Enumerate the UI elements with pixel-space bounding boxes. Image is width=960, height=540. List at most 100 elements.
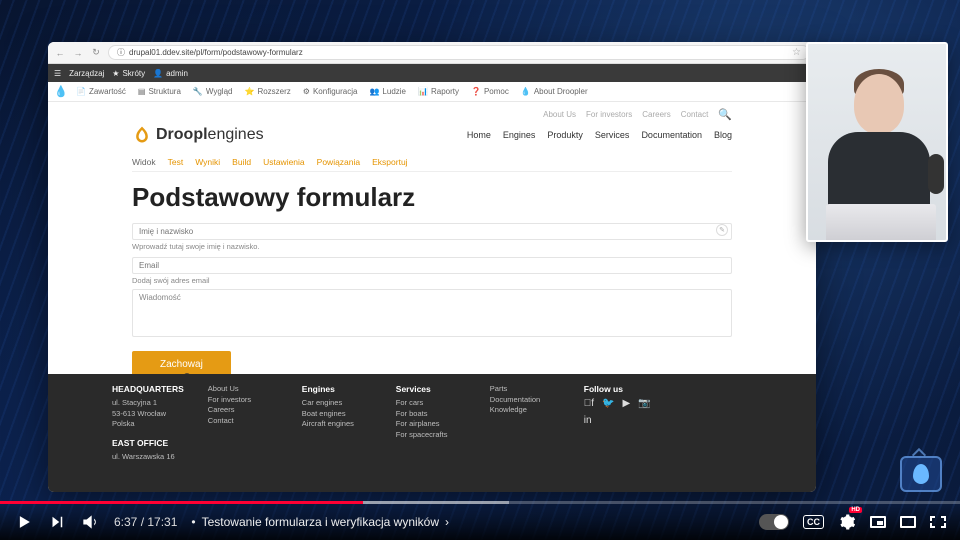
toolbar-people[interactable]: 👥 Ludzie xyxy=(365,87,410,96)
field-message: Wiadomość xyxy=(132,289,732,337)
chapter-title[interactable]: • Testowanie formularza i weryfikacja wy… xyxy=(191,515,449,529)
tab-test[interactable]: Test xyxy=(168,157,184,167)
page-content: About Us For investors Careers Contact 🔍… xyxy=(48,102,816,492)
footer-link[interactable]: Car engines xyxy=(302,398,372,409)
meta-investors[interactable]: For investors xyxy=(586,110,632,119)
toolbar-help[interactable]: ❓ Pomoc xyxy=(467,87,513,96)
time-display: 6:37 / 17:31 xyxy=(114,515,177,529)
forward-icon[interactable]: → xyxy=(72,47,84,59)
footer-link[interactable]: Contact xyxy=(208,416,278,427)
toolbar-about[interactable]: 💧 About Droopler xyxy=(517,87,592,96)
lock-icon: ⓘ xyxy=(117,47,125,58)
autoplay-toggle[interactable] xyxy=(759,514,789,530)
theater-button[interactable] xyxy=(900,516,916,528)
captions-button[interactable]: CC xyxy=(803,515,824,529)
webcam-overlay xyxy=(806,42,948,242)
footer-link[interactable]: Parts xyxy=(490,384,560,395)
footer-link[interactable]: Knowledge xyxy=(490,405,560,416)
footer-about: About Us For investors Careers Contact xyxy=(208,384,278,462)
video-player-controls: 6:37 / 17:31 • Testowanie formularza i w… xyxy=(0,504,960,540)
linkedin-icon[interactable]: in xyxy=(584,415,592,426)
toolbar-reports[interactable]: 📊 Raporty xyxy=(414,87,463,96)
site-footer: HEADQUARTERS ul. Stacyjna 1 53-613 Wrocł… xyxy=(48,374,816,492)
footer-link[interactable]: For investors xyxy=(208,395,278,406)
nav-services[interactable]: Services xyxy=(595,130,630,140)
logo-icon xyxy=(132,125,152,145)
tab-relations[interactable]: Powiązania xyxy=(317,157,360,167)
footer-link[interactable]: For airplanes xyxy=(396,419,466,430)
settings-button[interactable]: HD xyxy=(838,513,856,531)
drupal-toolbar: 💧 📄 Zawartość ▤ Struktura 🔧 Wygląd ⭐ Roz… xyxy=(48,82,816,102)
tab-export[interactable]: Eksportuj xyxy=(372,157,407,167)
footer-link[interactable]: For cars xyxy=(396,398,466,409)
top-meta-nav: About Us For investors Careers Contact 🔍 xyxy=(132,102,732,123)
address-bar[interactable]: ⓘ drupal01.ddev.site/pl/form/podstawowy-… xyxy=(108,45,810,60)
instagram-icon[interactable]: 📷 xyxy=(638,398,650,409)
toolbar-content[interactable]: 📄 Zawartość xyxy=(72,87,130,96)
fullscreen-button[interactable] xyxy=(930,516,946,528)
tab-build[interactable]: Build xyxy=(232,157,251,167)
play-button[interactable] xyxy=(14,512,34,532)
chevron-right-icon: › xyxy=(445,515,449,529)
footer-link[interactable]: About Us xyxy=(208,384,278,395)
next-button[interactable] xyxy=(48,513,66,531)
name-help: Wprowadź tutaj swoje imię i nazwisko. xyxy=(132,242,732,251)
nav-products[interactable]: Produkty xyxy=(547,130,583,140)
user-link[interactable]: 👤 admin xyxy=(153,69,188,78)
browser-urlbar: ← → ↻ ⓘ drupal01.ddev.site/pl/form/podst… xyxy=(48,42,816,64)
nav-blog[interactable]: Blog xyxy=(714,130,732,140)
tab-view[interactable]: Widok xyxy=(132,157,156,167)
volume-button[interactable] xyxy=(80,512,100,532)
footer-parts: Parts Documentation Knowledge xyxy=(490,384,560,462)
twitter-icon[interactable]: 🐦 xyxy=(602,398,614,409)
meta-careers[interactable]: Careers xyxy=(642,110,670,119)
reload-icon[interactable]: ↻ xyxy=(90,47,102,59)
footer-link[interactable]: For spacecrafts xyxy=(396,430,466,441)
nav-home[interactable]: Home xyxy=(467,130,491,140)
footer-link[interactable]: Aircraft engines xyxy=(302,419,372,430)
channel-watermark-icon xyxy=(900,456,942,492)
name-input[interactable] xyxy=(132,223,732,240)
shortcuts-link[interactable]: ★ Skróty xyxy=(112,69,145,78)
nav-engines[interactable]: Engines xyxy=(503,130,536,140)
edit-icon[interactable]: ✎ xyxy=(716,224,728,236)
tab-results[interactable]: Wyniki xyxy=(195,157,220,167)
search-icon[interactable]: 🔍 xyxy=(718,108,732,121)
footer-follow: Follow us f 🐦 ▶ 📷 in xyxy=(584,384,654,462)
hamburger-icon[interactable]: ☰ xyxy=(54,69,61,78)
youtube-icon[interactable]: ▶ xyxy=(623,398,631,409)
toolbar-appearance[interactable]: 🔧 Wygląd xyxy=(189,87,237,96)
footer-hq: HEADQUARTERS ul. Stacyjna 1 53-613 Wrocł… xyxy=(112,384,184,462)
page-title: Podstawowy formularz xyxy=(132,182,732,213)
nav-documentation[interactable]: Documentation xyxy=(641,130,702,140)
meta-about[interactable]: About Us xyxy=(543,110,576,119)
toolbar-config[interactable]: ⚙ Konfiguracja xyxy=(299,87,362,96)
footer-link[interactable]: Documentation xyxy=(490,395,560,406)
local-tabs: Widok Test Wyniki Build Ustawienia Powią… xyxy=(132,151,732,172)
drupal-admin-bar: ☰ Zarządzaj ★ Skróty 👤 admin xyxy=(48,64,816,82)
tab-settings[interactable]: Ustawienia xyxy=(263,157,305,167)
site-logo[interactable]: Drooplengines xyxy=(132,125,264,145)
hd-badge: HD xyxy=(849,507,862,513)
main-nav: Home Engines Produkty Services Documenta… xyxy=(467,130,732,140)
email-input[interactable] xyxy=(132,257,732,274)
footer-link[interactable]: Careers xyxy=(208,405,278,416)
drupal-icon[interactable]: 💧 xyxy=(54,85,68,99)
footer-services: Services For cars For boats For airplane… xyxy=(396,384,466,462)
field-email: Dodaj swój adres email xyxy=(132,255,732,285)
back-icon[interactable]: ← xyxy=(54,47,66,59)
field-name: ✎ Wprowadź tutaj swoje imię i nazwisko. xyxy=(132,221,732,251)
miniplayer-button[interactable] xyxy=(870,516,886,528)
toolbar-structure[interactable]: ▤ Struktura xyxy=(134,87,185,96)
facebook-icon[interactable]: f xyxy=(584,398,594,409)
bookmark-star-icon[interactable]: ☆ xyxy=(792,47,801,58)
message-input[interactable]: Wiadomość xyxy=(132,289,732,337)
toolbar-extend[interactable]: ⭐ Rozszerz xyxy=(240,87,294,96)
url-text: drupal01.ddev.site/pl/form/podstawowy-fo… xyxy=(129,48,303,57)
footer-link[interactable]: Boat engines xyxy=(302,409,372,420)
footer-engines: Engines Car engines Boat engines Aircraf… xyxy=(302,384,372,462)
meta-contact[interactable]: Contact xyxy=(681,110,709,119)
email-help: Dodaj swój adres email xyxy=(132,276,732,285)
manage-link[interactable]: Zarządzaj xyxy=(69,69,104,78)
footer-link[interactable]: For boats xyxy=(396,409,466,420)
